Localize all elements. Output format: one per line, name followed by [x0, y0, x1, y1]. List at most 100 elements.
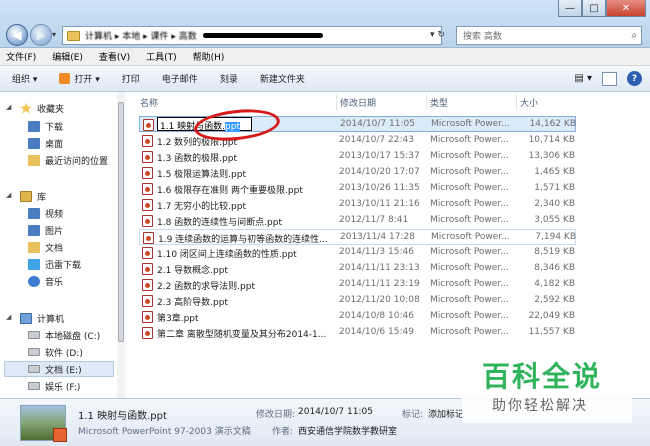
maximize-button[interactable]: □: [582, 0, 606, 17]
file-size: 2,592 KB: [534, 295, 575, 305]
expand-icon[interactable]: ◢: [6, 191, 11, 199]
table-row[interactable]: 2.3 高阶导数.ppt 2012/11/20 10:08 Microsoft …: [139, 293, 576, 309]
file-type: Microsoft Power...: [430, 167, 509, 177]
table-row[interactable]: 1.10 闭区间上连续函数的性质.ppt 2014/11/3 15:46 Mic…: [139, 245, 576, 261]
menu-help[interactable]: 帮助(H): [193, 50, 225, 63]
column-divider[interactable]: [516, 94, 517, 110]
column-header-date[interactable]: 修改日期: [340, 96, 376, 109]
drive-icon: [28, 365, 40, 373]
search-icon: ⌕: [631, 30, 637, 41]
table-row[interactable]: 1.3 函数的极限.ppt 2013/10/17 15:37 Microsoft…: [139, 149, 576, 165]
file-date: 2013/11/4 17:28: [340, 232, 415, 242]
arrow-left-icon: ◀: [12, 28, 22, 42]
table-row[interactable]: 第3章.ppt 2014/10/8 10:46 Microsoft Power.…: [139, 309, 576, 325]
column-header-size[interactable]: 大小: [520, 96, 538, 109]
burn-button[interactable]: 刻录: [220, 72, 238, 85]
nav-label: 桌面: [45, 139, 64, 150]
nav-documents[interactable]: 文档: [28, 239, 63, 255]
window-controls: — □ ✕: [558, 0, 646, 17]
nav-video[interactable]: 视频: [28, 205, 63, 221]
column-divider[interactable]: [426, 94, 427, 110]
table-row[interactable]: 1.7 无穷小的比较.ppt 2013/10/11 21:16 Microsof…: [139, 197, 576, 213]
expand-icon[interactable]: ◢: [6, 103, 11, 111]
new-folder-button[interactable]: 新建文件夹: [260, 72, 305, 85]
print-button[interactable]: 打印: [122, 72, 140, 85]
forward-button[interactable]: ▶: [30, 24, 52, 46]
email-button[interactable]: 电子邮件: [162, 72, 198, 85]
nav-drive-f[interactable]: 娱乐 (F:): [28, 378, 80, 394]
details-modified-label: 修改日期:: [256, 410, 296, 420]
change-view-button[interactable]: ▤ ▾: [574, 73, 592, 84]
document-icon: [28, 241, 40, 253]
file-type: Microsoft Power...: [430, 327, 509, 337]
nav-drive-c[interactable]: 本地磁盘 (C:): [28, 327, 100, 343]
nav-desktop[interactable]: 桌面: [28, 135, 63, 151]
search-input[interactable]: 搜索 高数 ⌕: [456, 26, 642, 45]
powerpoint-file-icon: [142, 263, 153, 275]
nav-drive-e[interactable]: 文档 (E:): [4, 361, 114, 377]
menu-tools[interactable]: 工具(T): [146, 50, 177, 63]
file-date: 2013/10/26 11:35: [339, 183, 420, 193]
file-type: Microsoft Power...: [431, 119, 510, 129]
nav-computer[interactable]: 计算机: [20, 310, 64, 326]
file-date: 2014/10/7 22:43: [339, 135, 414, 145]
close-button[interactable]: ✕: [606, 0, 646, 17]
scrollbar-thumb[interactable]: [118, 102, 124, 342]
folder-icon: [67, 30, 80, 41]
refresh-button[interactable]: ▾ ↻: [430, 30, 445, 40]
nav-music[interactable]: 音乐: [28, 273, 63, 289]
powerpoint-file-icon: [142, 279, 153, 291]
nav-favorites[interactable]: 收藏夹: [20, 100, 64, 116]
recent-pages-dropdown[interactable]: ▾: [52, 30, 56, 39]
nav-pictures[interactable]: 图片: [28, 222, 63, 238]
expand-icon[interactable]: ◢: [6, 313, 11, 321]
file-name: 第二章 离散型随机变量及其分布2014-1...: [157, 330, 327, 340]
table-row[interactable]: 2.1 导数概念.ppt 2014/11/11 23:13 Microsoft …: [139, 261, 576, 277]
table-row[interactable]: 第二章 离散型随机变量及其分布2014-1... 2014/10/6 15:49…: [139, 325, 576, 341]
back-button[interactable]: ◀: [6, 24, 28, 46]
minimize-button[interactable]: —: [558, 0, 582, 17]
help-icon[interactable]: ?: [627, 71, 642, 86]
details-modified-value: 2014/10/7 11:05: [298, 407, 373, 417]
nav-scrollbar[interactable]: [117, 92, 125, 398]
file-name: 1.5 极限运算法则.ppt: [157, 170, 246, 180]
address-bar[interactable]: 计算机 ▸ 本地 ▸ 课件 ▸ 高数: [62, 26, 442, 45]
file-date: 2013/10/11 21:16: [339, 199, 420, 209]
watermark-logo: 百科全说 助你轻松解决: [462, 343, 632, 423]
thunder-icon: [28, 258, 40, 270]
menu-view[interactable]: 查看(V): [99, 50, 130, 63]
nav-libraries[interactable]: 库: [20, 188, 46, 204]
details-tags-label: 标记:: [402, 410, 424, 420]
drive-icon: [28, 348, 40, 356]
table-row[interactable]: 2.2 函数的求导法则.ppt 2014/11/11 23:19 Microso…: [139, 277, 576, 293]
nav-drive-d[interactable]: 软件 (D:): [28, 344, 83, 360]
file-size: 1,465 KB: [534, 167, 575, 177]
table-row[interactable]: 1.5 极限运算法则.ppt 2014/10/20 17:07 Microsof…: [139, 165, 576, 181]
file-type: Microsoft Power...: [431, 232, 510, 242]
file-thumbnail: [20, 405, 67, 442]
file-size: 8,519 KB: [534, 247, 575, 257]
table-row[interactable]: 1.8 函数的连续性与间断点.ppt 2012/11/7 8:41 Micros…: [139, 213, 576, 229]
column-header-type[interactable]: 类型: [430, 96, 448, 109]
open-button[interactable]: 打开 ▾: [59, 72, 100, 85]
drive-icon: [28, 382, 40, 390]
view-controls: ▤ ▾ ?: [574, 71, 642, 86]
menu-file[interactable]: 文件(F): [6, 50, 36, 63]
nav-label: 文档 (E:): [45, 365, 82, 376]
file-size: 7,194 KB: [535, 232, 576, 242]
nav-download[interactable]: 下载: [28, 118, 63, 134]
nav-recent[interactable]: 最近访问的位置: [28, 152, 108, 168]
arrow-right-icon: ▶: [36, 28, 46, 42]
file-size: 8,346 KB: [534, 263, 575, 273]
table-row[interactable]: 1.6 极限存在准则 两个重要极限.ppt 2013/10/26 11:35 M…: [139, 181, 576, 197]
file-type: Microsoft Power...: [430, 183, 509, 193]
column-divider[interactable]: [336, 94, 337, 110]
table-row[interactable]: 1.9 连续函数的运算与初等函数的连续性... 2013/11/4 17:28 …: [139, 229, 576, 245]
details-tags-value[interactable]: 添加标记: [428, 407, 464, 420]
organize-button[interactable]: 组织 ▾: [12, 72, 37, 85]
file-type: Microsoft Power...: [430, 311, 509, 321]
column-header-name[interactable]: 名称: [140, 96, 158, 109]
menu-edit[interactable]: 编辑(E): [52, 50, 83, 63]
nav-thunder[interactable]: 迅雷下载: [28, 256, 81, 272]
preview-pane-button[interactable]: [602, 71, 617, 86]
